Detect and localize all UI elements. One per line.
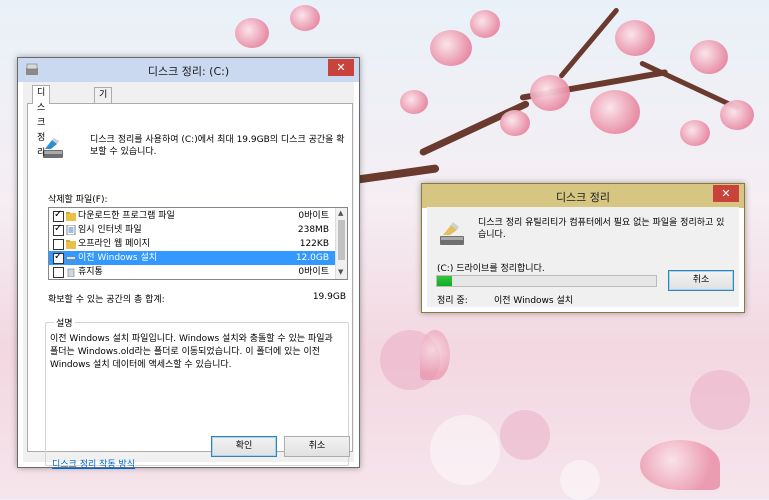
title-bar[interactable]: 디스크 정리 ✕	[422, 184, 744, 208]
progress-bar	[436, 275, 657, 287]
cleanup-progress-window: 디스크 정리 ✕ 디스크 정리 유틸리티가 컴퓨터에서 필요 없는 파일을 정리…	[421, 183, 745, 313]
file-name: 이전 Windows 설치	[78, 253, 158, 263]
folder-icon	[66, 240, 76, 249]
page-icon	[66, 225, 76, 235]
cancel-button[interactable]: 취소	[284, 436, 350, 457]
list-item[interactable]: 오프라인 웹 페이지 122KB	[49, 237, 335, 251]
file-size: 0바이트	[298, 211, 329, 221]
list-item[interactable]: 다운로드한 프로그램 파일 0바이트	[49, 208, 335, 223]
list-item[interactable]: 휴지통 0바이트	[49, 265, 335, 279]
progress-status: (C:) 드라이브를 정리합니다.	[437, 264, 545, 274]
checkbox[interactable]	[53, 239, 64, 250]
title-bar[interactable]: 디스크 정리: (C:) ✕	[18, 58, 359, 82]
window-title: 디스크 정리: (C:)	[147, 65, 230, 78]
checkbox[interactable]	[53, 222, 64, 236]
disk-cleanup-icon	[440, 222, 464, 245]
ok-button[interactable]: 확인	[211, 436, 277, 457]
cleaning-value: 이전 Windows 설치	[494, 296, 574, 306]
files-list[interactable]: 다운로드한 프로그램 파일 0바이트 임시 인터넷 파일 238MB 오프라인 …	[48, 207, 348, 280]
file-name: 임시 인터넷 파일	[78, 225, 142, 235]
recycle-bin-icon	[67, 268, 75, 277]
list-item[interactable]: 이전 Windows 설치 12.0GB	[49, 250, 335, 265]
list-item[interactable]: 임시 인터넷 파일 238MB	[49, 222, 335, 237]
cleaning-label: 정리 중:	[437, 296, 468, 306]
close-icon: ✕	[721, 187, 731, 200]
tab-more-options[interactable]: 기타 옵션	[94, 87, 113, 145]
file-name: 휴지통	[78, 267, 103, 277]
folder-icon	[66, 212, 76, 221]
window-title: 디스크 정리	[555, 191, 611, 204]
intro-text: 디스크 정리를 사용하여 (C:)에서 최대 19.9GB의 디스크 공간을 확…	[90, 135, 345, 157]
total-space-value: 19.9GB	[312, 292, 346, 302]
window-body: 디스크 정리 기타 옵션 디스크 정리를 사용하여 (C:)에서 최대 19.9…	[23, 82, 354, 470]
window-body: 디스크 정리 유틸리티가 컴퓨터에서 필요 없는 파일을 정리하고 있습니다. …	[427, 207, 739, 307]
tab-panel: 디스크 정리를 사용하여 (C:)에서 최대 19.9GB의 디스크 공간을 확…	[27, 103, 353, 470]
checkbox[interactable]	[53, 250, 64, 264]
drive-icon	[66, 256, 76, 262]
description-text: 이전 Windows 설치 파일입니다. Windows 설치와 충돌할 수 있…	[50, 334, 333, 370]
scroll-down-icon[interactable]: ▼	[338, 268, 343, 276]
file-size: 238MB	[297, 225, 329, 235]
total-space-label: 확보할 수 있는 공간의 총 합계:	[48, 295, 165, 305]
progress-fill	[437, 276, 453, 286]
scroll-up-icon[interactable]: ▲	[338, 209, 343, 217]
files-to-delete-label: 삭제할 파일(F):	[48, 195, 108, 205]
file-name: 다운로드한 프로그램 파일	[78, 211, 175, 221]
close-icon: ✕	[336, 61, 346, 74]
cancel-button[interactable]: 취소	[668, 270, 734, 291]
how-disk-cleanup-works-link[interactable]: 디스크 정리 작동 방식	[52, 457, 135, 470]
disk-cleanup-window: 디스크 정리: (C:) ✕ 디스크 정리 기타 옵션 디스크 정리를 사용하여…	[17, 57, 360, 470]
checkbox[interactable]	[53, 208, 64, 222]
file-size: 122KB	[299, 239, 329, 249]
list-scrollbar[interactable]: ▲ ▼	[335, 208, 347, 279]
tab-disk-cleanup[interactable]: 디스크 정리	[32, 85, 51, 158]
file-size: 12.0GB	[295, 253, 329, 263]
scroll-thumb[interactable]	[338, 220, 345, 260]
progress-intro-text: 디스크 정리 유틸리티가 컴퓨터에서 필요 없는 파일을 정리하고 있습니다.	[478, 218, 725, 240]
description-label: 설명	[54, 316, 75, 329]
checkbox[interactable]	[53, 267, 64, 278]
file-size: 0바이트	[298, 267, 329, 277]
close-button[interactable]: ✕	[713, 185, 739, 202]
file-name: 오프라인 웹 페이지	[78, 239, 150, 249]
close-button[interactable]: ✕	[328, 59, 354, 76]
